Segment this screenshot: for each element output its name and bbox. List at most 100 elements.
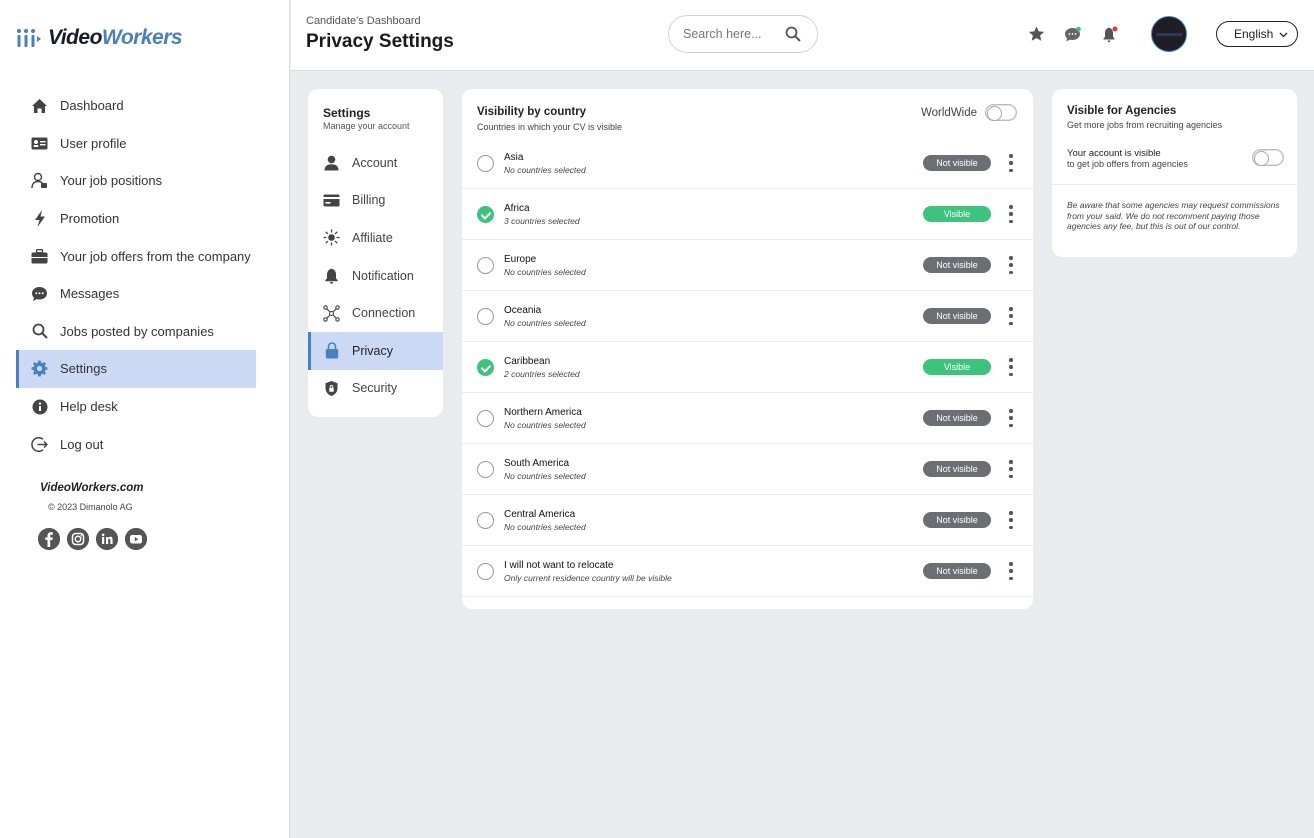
sidebar-item-job-positions[interactable]: Your job positions [16,162,256,200]
search-icon [31,323,48,340]
sidebar-item-help-desk[interactable]: Help desk [16,388,256,426]
messages-icon[interactable] [1063,24,1083,44]
search-input[interactable] [683,27,778,41]
sidebar-item-label: Your job offers from the company [60,248,251,264]
settings-item-label: Privacy [352,343,393,358]
sidebar-item-dashboard[interactable]: Dashboard [16,87,256,125]
chat-icon [31,285,48,302]
settings-item-label: Affiliate [352,230,393,245]
more-options-icon[interactable] [1005,510,1017,530]
region-detail: Only current residence country will be v… [504,573,672,583]
sidebar-item-messages[interactable]: Messages [16,275,256,313]
info-icon [31,398,48,415]
settings-menu: Account Billing Affiliate Notification C… [308,144,443,407]
more-options-icon[interactable] [1005,561,1017,581]
settings-item-billing[interactable]: Billing [308,182,443,220]
sidebar-item-promotion[interactable]: Promotion [16,200,256,238]
footer-brand: VideoWorkers.com [40,482,144,494]
more-options-icon[interactable] [1005,408,1017,428]
sidebar-item-job-offers[interactable]: Your job offers from the company [16,237,256,275]
instagram-icon[interactable] [67,528,89,550]
top-header: Candidate's Dashboard Privacy Settings E… [291,0,1314,71]
region-radio[interactable] [477,155,494,172]
region-name: I will not want to relocate [504,560,614,571]
region-radio[interactable] [477,563,494,580]
facebook-icon[interactable] [38,528,60,550]
search-icon[interactable] [785,26,801,47]
more-options-icon[interactable] [1005,153,1017,173]
more-options-icon[interactable] [1005,306,1017,326]
settings-item-label: Account [352,155,398,170]
sidebar-item-log-out[interactable]: Log out [16,425,256,463]
more-options-icon[interactable] [1005,459,1017,479]
sidebar-item-label: Messages [60,286,120,302]
credit-card-icon [323,192,340,209]
worldwide-toggle[interactable] [985,104,1017,121]
region-detail: 2 countries selected [504,369,580,379]
worldwide-label: WorldWide [921,107,978,119]
linkedin-icon[interactable] [96,528,118,550]
copyright: © 2023 Dimanolo AG [48,502,133,512]
agencies-toggle-label: Your account is visible [1067,148,1161,159]
region-detail: No countries selected [504,522,586,532]
region-name: Africa [504,203,530,214]
more-options-icon[interactable] [1005,204,1017,224]
language-label: English [1234,27,1274,41]
sidebar-item-user-profile[interactable]: User profile [16,125,256,163]
settings-menu-subtitle: Manage your account [323,121,410,131]
home-icon [31,97,48,114]
sidebar-item-settings[interactable]: Settings [16,350,256,388]
region-detail: No countries selected [504,420,586,430]
agencies-subtitle: Get more jobs from recruiting agencies [1067,120,1223,130]
breadcrumb: Candidate's Dashboard [306,15,421,27]
region-row: Africa 3 countries selected Visible [462,189,1033,240]
region-detail: No countries selected [504,471,586,481]
settings-item-affiliate[interactable]: Affiliate [308,219,443,257]
region-detail: 3 countries selected [504,216,580,226]
region-radio[interactable] [477,512,494,529]
user-tie-icon [31,172,48,189]
status-badge: Not visible [923,410,991,426]
agencies-visibility-toggle[interactable] [1252,149,1284,166]
more-options-icon[interactable] [1005,357,1017,377]
region-radio[interactable] [477,461,494,478]
settings-item-security[interactable]: Security [308,370,443,408]
search-box [668,15,818,53]
app-logo[interactable]: VideoWorkers [16,26,183,50]
region-row: Central America No countries selected Not … [462,495,1033,546]
region-radio[interactable] [477,206,494,223]
sidebar-item-label: Dashboard [60,98,124,114]
region-name: Oceania [504,305,542,316]
region-radio[interactable] [477,410,494,427]
bell-icon[interactable] [1100,24,1120,44]
sidebar-item-label: Jobs posted by companies [60,323,214,339]
more-options-icon[interactable] [1005,255,1017,275]
avatar[interactable] [1151,16,1187,52]
region-detail: No countries selected [504,267,586,277]
region-detail: No countries selected [504,165,586,175]
sidebar-item-jobs-posted[interactable]: Jobs posted by companies [16,313,256,351]
region-radio[interactable] [477,359,494,376]
star-icon[interactable] [1026,24,1046,44]
divider [1052,184,1297,185]
status-badge: Not visible [923,563,991,579]
status-badge: Not visible [923,155,991,171]
language-selector[interactable]: English [1216,21,1298,47]
settings-item-connection[interactable]: Connection [308,294,443,332]
agencies-title: Visible for Agencies [1067,105,1177,117]
briefcase-icon [31,248,48,265]
settings-item-privacy[interactable]: Privacy [308,331,443,370]
youtube-icon[interactable] [125,528,147,550]
status-badge: Not visible [923,512,991,528]
region-radio[interactable] [477,308,494,325]
region-radio[interactable] [477,257,494,274]
region-list: Asia No countries selected Not visible Afri… [462,138,1033,597]
agencies-toggle-sublabel: to get job offers from agencies [1067,159,1188,169]
region-row: South America No countries selected Not vi… [462,444,1033,495]
settings-item-account[interactable]: Account [308,144,443,182]
region-name: Europe [504,254,537,265]
sidebar-item-label: User profile [60,135,127,151]
agencies-card: Visible for Agencies Get more jobs from … [1052,89,1297,257]
region-row: I will not want to relocate Only current … [462,546,1033,597]
settings-item-notification[interactable]: Notification [308,257,443,295]
